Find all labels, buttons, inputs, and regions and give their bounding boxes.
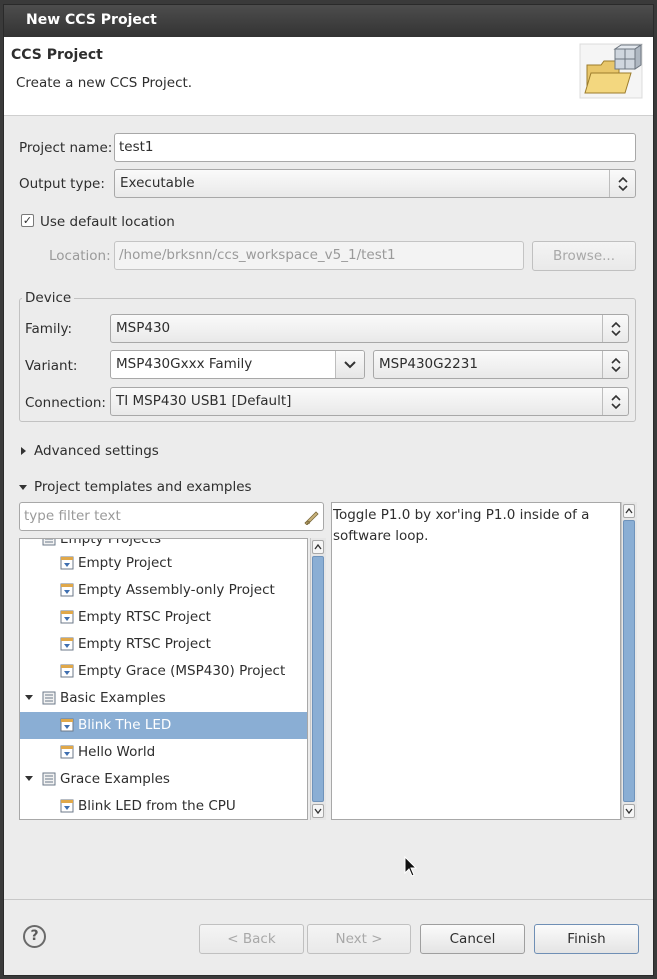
tree-item-label: Blink LED from the CPU (78, 798, 236, 814)
advanced-settings-toggle[interactable]: Advanced settings (34, 443, 159, 459)
mouse-cursor-icon (404, 856, 418, 877)
tree-item-label: Empty RTSC Project (78, 609, 211, 625)
browse-button[interactable]: Browse... (532, 241, 636, 271)
tree-item-label: Blink The LED (78, 717, 172, 733)
tree-item-label: Empty Grace (MSP430) Project (78, 663, 286, 679)
new-ccs-project-dialog: New CCS Project CCS Project Create a new… (3, 4, 654, 976)
output-type-value: Executable (120, 175, 195, 191)
tree-item-empty-rtsc-project-2[interactable]: Empty RTSC Project (20, 631, 307, 658)
family-label: Family: (25, 321, 73, 337)
connection-label: Connection: (25, 395, 106, 411)
project-template-icon (60, 556, 74, 570)
wizard-description: Create a new CCS Project. (16, 75, 193, 91)
tree-item-hello-world[interactable]: Hello World (20, 739, 307, 766)
tree-scrollbar[interactable] (310, 538, 326, 820)
family-select[interactable]: MSP430 (110, 314, 629, 343)
project-template-icon (60, 718, 74, 732)
clear-filter-icon[interactable] (303, 509, 319, 525)
folder-template-icon (42, 691, 56, 705)
expand-arrow-icon[interactable] (21, 447, 26, 455)
variant-family-combo[interactable]: MSP430Gxxx Family (110, 350, 365, 379)
project-template-icon (60, 637, 74, 651)
filter-placeholder: type filter text (24, 508, 121, 524)
tree-item-label: Empty Project (78, 555, 173, 571)
tree-item-blink-led-from-cpu[interactable]: Blink LED from the CPU (20, 793, 307, 819)
tree-item-label: Grace Examples (60, 771, 170, 787)
project-template-icon (60, 583, 74, 597)
cancel-button[interactable]: Cancel (420, 924, 525, 954)
tree-item-empty-grace-project[interactable]: Empty Grace (MSP430) Project (20, 658, 307, 685)
scroll-down-icon[interactable] (623, 804, 635, 818)
project-template-icon (60, 745, 74, 759)
tree-item-label: Empty RTSC Project (78, 636, 211, 652)
folder-template-icon (42, 539, 56, 546)
scroll-thumb[interactable] (312, 556, 324, 802)
chevron-down-icon[interactable] (335, 351, 364, 378)
tree-item-basic-examples[interactable]: Basic Examples (20, 685, 307, 712)
help-icon[interactable]: ? (23, 925, 46, 948)
collapse-arrow-icon[interactable] (19, 485, 27, 490)
family-value: MSP430 (116, 320, 171, 336)
project-template-icon (60, 664, 74, 678)
tree-item-grace-examples[interactable]: Grace Examples (20, 766, 307, 793)
project-name-input[interactable]: test1 (114, 133, 636, 162)
scroll-down-icon[interactable] (312, 804, 324, 818)
variant-value: MSP430G2231 (379, 356, 478, 372)
wizard-header: CCS Project Create a new CCS Project. (4, 37, 653, 116)
tree-item-blink-the-led[interactable]: Blink The LED (20, 712, 307, 739)
tree-item-label: Empty Assembly-only Project (78, 582, 275, 598)
location-label: Location: (49, 248, 111, 264)
collapse-arrow-icon[interactable] (25, 776, 33, 781)
description-scrollbar[interactable] (621, 502, 637, 820)
project-template-icon (60, 799, 74, 813)
template-tree: Empty Projects Empty Project Empty Assem… (19, 538, 308, 820)
tree-item-empty-rtsc-project[interactable]: Empty RTSC Project (20, 604, 307, 631)
finish-button[interactable]: Finish (534, 924, 639, 954)
wizard-title: CCS Project (11, 47, 103, 63)
back-button[interactable]: < Back (199, 924, 304, 954)
updown-arrows-icon (602, 315, 628, 342)
default-location-checkbox[interactable]: ✓ (21, 214, 34, 227)
scroll-up-icon[interactable] (312, 540, 324, 554)
project-template-icon (60, 610, 74, 624)
templates-toggle[interactable]: Project templates and examples (34, 479, 252, 495)
tree-item-label: Basic Examples (60, 690, 166, 706)
variant-family-value: MSP430Gxxx Family (116, 356, 253, 372)
tree-item-empty-project[interactable]: Empty Project (20, 550, 307, 577)
variant-select[interactable]: MSP430G2231 (373, 350, 629, 379)
scroll-thumb[interactable] (623, 520, 635, 802)
template-description: Toggle P1.0 by xor'ing P1.0 inside of a … (331, 502, 621, 820)
updown-arrows-icon (602, 388, 628, 415)
location-input[interactable]: /home/brksnn/ccs_workspace_v5_1/test1 (114, 241, 524, 270)
footer-separator (4, 899, 653, 900)
scroll-up-icon[interactable] (623, 504, 635, 518)
updown-arrows-icon (602, 351, 628, 378)
output-type-label: Output type: (19, 176, 105, 192)
collapse-arrow-icon[interactable] (25, 695, 33, 700)
folder-template-icon (42, 772, 56, 786)
variant-label: Variant: (25, 358, 78, 374)
output-type-select[interactable]: Executable (114, 169, 636, 198)
tree-item-empty-assembly-project[interactable]: Empty Assembly-only Project (20, 577, 307, 604)
device-group-title: Device (22, 290, 75, 306)
tree-item-label: Hello World (78, 744, 156, 760)
new-project-folder-icon (579, 43, 643, 99)
window-title: New CCS Project (4, 5, 653, 37)
connection-value: TI MSP430 USB1 [Default] (116, 393, 292, 409)
tree-item-label: Empty Projects (60, 538, 162, 547)
connection-select[interactable]: TI MSP430 USB1 [Default] (110, 387, 629, 416)
project-name-label: Project name: (19, 140, 113, 156)
default-location-label: Use default location (40, 214, 175, 230)
template-filter-input[interactable]: type filter text (19, 502, 324, 531)
next-button[interactable]: Next > (307, 924, 411, 954)
updown-arrows-icon (609, 170, 635, 197)
